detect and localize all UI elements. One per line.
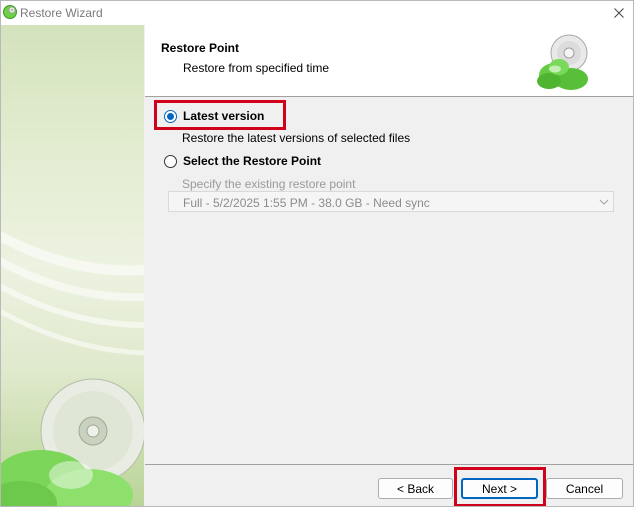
wizard-footer: < Back Next > Cancel [145,464,633,506]
restore-wizard-window: Restore Wizard Restore Point Restore fro… [0,0,634,507]
latest-version-option[interactable]: Latest version [164,106,264,126]
window-title: Restore Wizard [20,6,103,20]
restore-point-label: Select the Restore Point [183,154,322,168]
wizard-content: Latest version Restore the latest versio… [145,98,633,464]
wizard-header: Restore Point Restore from specified tim… [145,25,633,97]
next-button[interactable]: Next > [461,478,538,499]
side-banner [1,25,144,506]
cloud-cd-icon [537,34,588,90]
latest-version-label: Latest version [183,109,265,123]
cloud-app-icon [3,5,17,19]
cd-disc-icon [1,230,144,506]
cancel-button[interactable]: Cancel [546,478,623,499]
restore-point-description: Specify the existing restore point [182,177,356,191]
page-subtitle: Restore from specified time [183,61,330,75]
chevron-down-icon [599,199,609,205]
latest-version-description: Restore the latest versions of selected … [182,131,411,145]
restore-point-option[interactable]: Select the Restore Point [164,151,321,171]
restore-point-radio[interactable] [164,154,177,168]
title-bar: Restore Wizard [1,1,633,25]
restore-point-dropdown[interactable]: Full - 5/2/2025 1:55 PM - 38.0 GB - Need… [168,191,614,212]
restore-point-dropdown-value: Full - 5/2/2025 1:55 PM - 38.0 GB - Need… [183,196,430,210]
back-button[interactable]: < Back [378,478,453,499]
latest-version-radio[interactable] [164,109,177,123]
close-button[interactable] [605,1,633,25]
close-icon [614,8,624,18]
page-title: Restore Point [161,41,240,55]
